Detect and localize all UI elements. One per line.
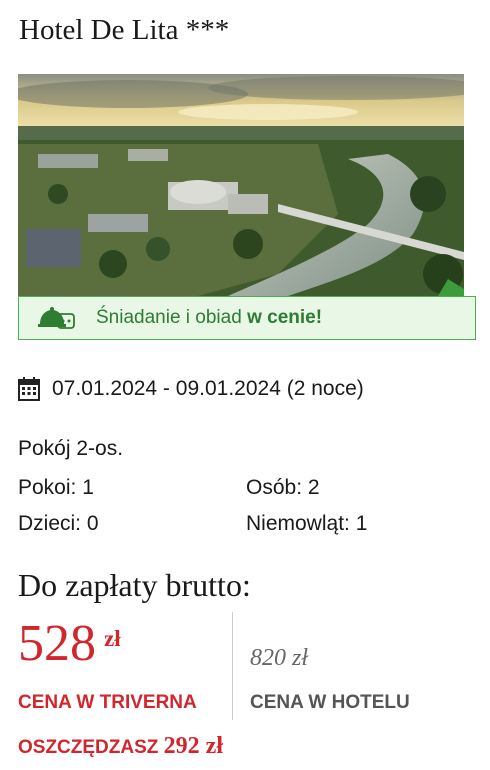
hotel-photo <box>18 74 464 296</box>
promo-highlight: w cenie! <box>247 307 323 328</box>
triverna-price-currency: zł <box>104 626 121 651</box>
promo-text: Śniadanie i obiad w cenie! <box>96 307 322 329</box>
price-divider <box>232 612 233 720</box>
stay-dates: 07.01.2024 - 09.01.2024 (2 noce) <box>18 377 364 401</box>
hotel-title: Hotel De Lita *** <box>19 14 230 46</box>
meal-bread-icon <box>38 307 75 329</box>
hotel-price: 820 zł <box>250 645 309 671</box>
rooms-count: Pokoi: 1 <box>18 476 94 499</box>
room-type: Pokój 2-os. <box>18 437 124 460</box>
triverna-price: 528 zł <box>18 618 121 670</box>
calendar-icon <box>18 377 40 401</box>
persons-count: Osób: 2 <box>246 476 320 499</box>
children-count: Dzieci: 0 <box>18 512 99 535</box>
promo-prefix: Śniadanie i obiad <box>96 307 242 328</box>
savings: OSZCZĘDZASZ 292 zł <box>18 733 223 760</box>
payment-title: Do zapłaty brutto: <box>18 567 251 603</box>
hotel-price-label: CENA W HOTELU <box>250 692 410 713</box>
savings-prefix: OSZCZĘDZASZ <box>18 737 159 758</box>
dates-text: 07.01.2024 - 09.01.2024 (2 noce) <box>52 377 364 400</box>
triverna-price-amount: 528 <box>18 615 96 672</box>
savings-amount: 292 zł <box>163 733 223 759</box>
infants-count: Niemowląt: 1 <box>246 512 368 535</box>
triverna-price-label: CENA W TRIVERNA <box>18 692 197 713</box>
promo-banner: Śniadanie i obiad w cenie! <box>18 296 476 340</box>
